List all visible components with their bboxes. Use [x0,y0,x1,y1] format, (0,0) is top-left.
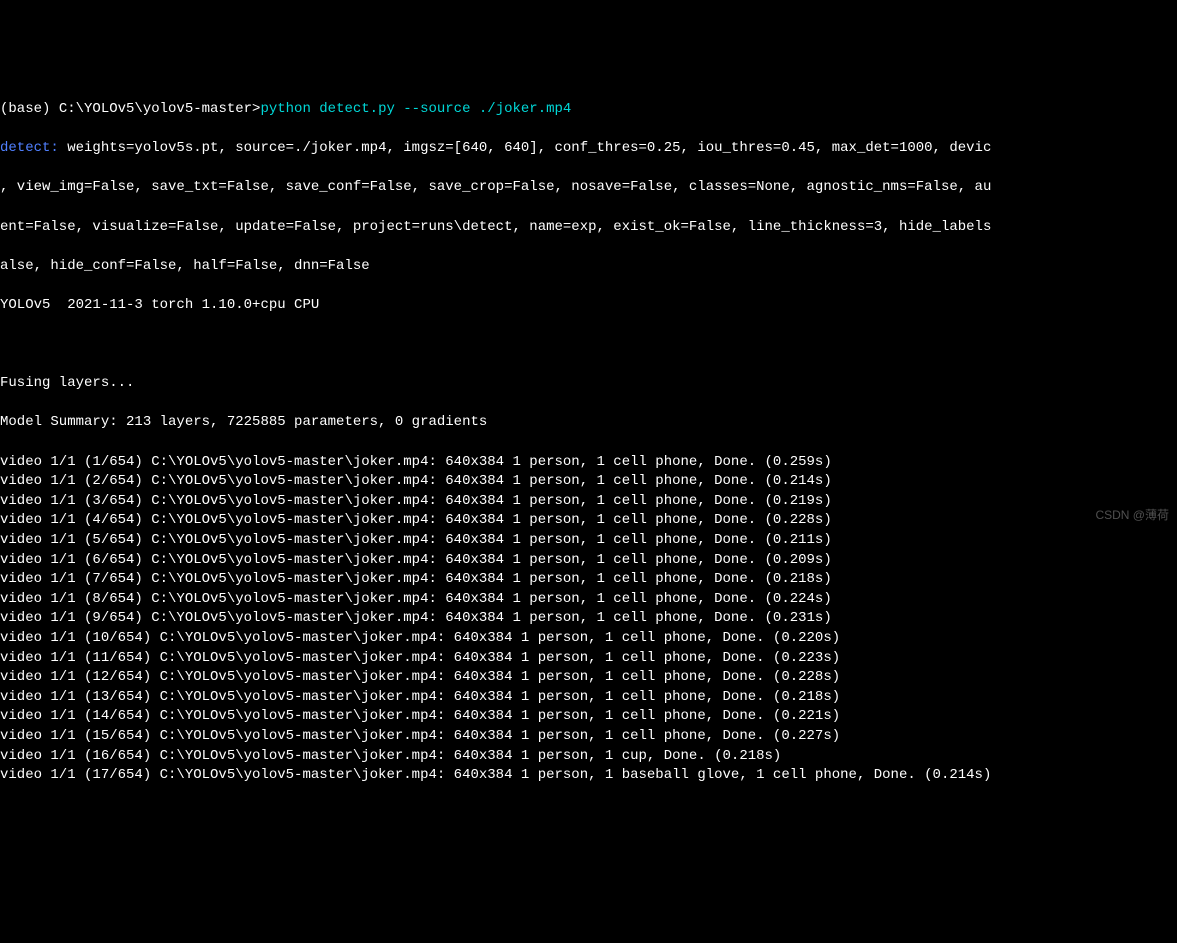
frame-line: video 1/1 (14/654) C:\YOLOv5\yolov5-mast… [0,707,1177,727]
config-line-1: detect: weights=yolov5s.pt, source=./jok… [0,139,1177,159]
frame-output-container: video 1/1 (1/654) C:\YOLOv5\yolov5-maste… [0,453,1177,786]
frame-line: video 1/1 (10/654) C:\YOLOv5\yolov5-mast… [0,629,1177,649]
frame-line: video 1/1 (1/654) C:\YOLOv5\yolov5-maste… [0,453,1177,473]
detect-label: detect: [0,140,59,156]
command-prompt-line: (base) C:\YOLOv5\yolov5-master>python de… [0,100,1177,120]
frame-line: video 1/1 (15/654) C:\YOLOv5\yolov5-mast… [0,727,1177,747]
blank-line [0,335,1177,355]
frame-line: video 1/1 (16/654) C:\YOLOv5\yolov5-mast… [0,747,1177,767]
fusing-line: Fusing layers... [0,374,1177,394]
frame-line: video 1/1 (2/654) C:\YOLOv5\yolov5-maste… [0,472,1177,492]
frame-line: video 1/1 (7/654) C:\YOLOv5\yolov5-maste… [0,570,1177,590]
config-line-2: , view_img=False, save_txt=False, save_c… [0,178,1177,198]
terminal-output[interactable]: (base) C:\YOLOv5\yolov5-master>python de… [0,80,1177,805]
command-text: python detect.py --source ./joker.mp4 [260,101,571,117]
frame-line: video 1/1 (4/654) C:\YOLOv5\yolov5-maste… [0,511,1177,531]
prompt-path: C:\YOLOv5\yolov5-master> [59,101,261,117]
frame-line: video 1/1 (8/654) C:\YOLOv5\yolov5-maste… [0,590,1177,610]
model-summary-line: Model Summary: 213 layers, 7225885 param… [0,413,1177,433]
frame-line: video 1/1 (11/654) C:\YOLOv5\yolov5-mast… [0,649,1177,669]
config-text-1: weights=yolov5s.pt, source=./joker.mp4, … [59,140,992,156]
watermark: CSDN @薄荷 [1095,507,1169,524]
frame-line: video 1/1 (9/654) C:\YOLOv5\yolov5-maste… [0,609,1177,629]
frame-line: video 1/1 (13/654) C:\YOLOv5\yolov5-mast… [0,688,1177,708]
frame-line: video 1/1 (3/654) C:\YOLOv5\yolov5-maste… [0,492,1177,512]
frame-line: video 1/1 (5/654) C:\YOLOv5\yolov5-maste… [0,531,1177,551]
frame-line: video 1/1 (17/654) C:\YOLOv5\yolov5-mast… [0,766,1177,786]
config-line-3: ent=False, visualize=False, update=False… [0,218,1177,238]
yolo-header-line: YOLOv5 2021-11-3 torch 1.10.0+cpu CPU [0,296,1177,316]
config-line-4: alse, hide_conf=False, half=False, dnn=F… [0,257,1177,277]
prompt-env: (base) [0,101,59,117]
frame-line: video 1/1 (6/654) C:\YOLOv5\yolov5-maste… [0,551,1177,571]
frame-line: video 1/1 (12/654) C:\YOLOv5\yolov5-mast… [0,668,1177,688]
